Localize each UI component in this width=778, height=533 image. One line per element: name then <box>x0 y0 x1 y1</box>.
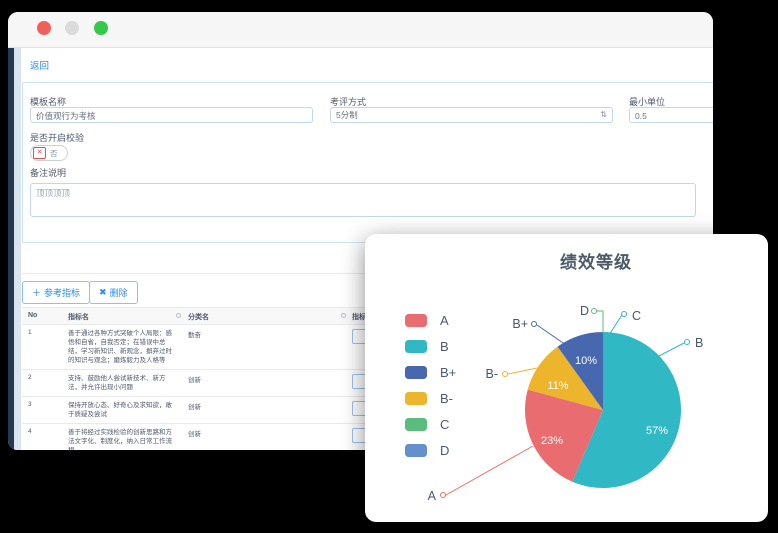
toggle-state-label: 否 <box>50 148 58 159</box>
template-name-input[interactable]: 价值观行为考核 <box>30 107 313 123</box>
cell-no: 2 <box>28 374 32 381</box>
window-titlebar <box>8 12 713 48</box>
callout-dot-C <box>622 312 627 317</box>
min-unit-input[interactable]: 0.5 <box>629 107 713 123</box>
plus-icon: ＋ <box>32 286 41 299</box>
delete-button[interactable]: ✖ 删除 <box>89 281 138 304</box>
callout-line-A <box>446 446 533 495</box>
callout-line-B- <box>508 368 537 374</box>
cell-no: 1 <box>28 329 32 336</box>
sort-icon[interactable] <box>341 313 346 318</box>
cell-indicator-name: 支持、鼓励他人尝试新技术、新方法，并允许出现小问题 <box>68 370 176 396</box>
header-category[interactable]: 分类名 <box>188 312 209 322</box>
toggle-off-icon: ✕ <box>33 147 46 159</box>
close-window-button[interactable] <box>37 21 51 35</box>
callout-dot-D <box>592 309 597 314</box>
callout-label-A: A <box>428 489 437 503</box>
slice-percent-label: 10% <box>575 355 597 367</box>
minimize-window-button[interactable] <box>65 21 79 35</box>
eval-method-select[interactable]: 5分制 ⇅ <box>330 107 613 123</box>
callout-dot-B+ <box>532 322 537 327</box>
callout-label-D: D <box>580 304 589 318</box>
callout-line-D <box>597 311 603 334</box>
cell-no: 4 <box>28 428 32 435</box>
cell-no: 3 <box>28 401 32 408</box>
performance-pie-chart: 57% 23% 11% 10% D C B B+ B- A <box>365 234 768 522</box>
header-no: No <box>28 312 37 319</box>
header-name[interactable]: 指标名 <box>68 312 89 322</box>
callout-line-C <box>609 315 622 335</box>
callout-label-B+: B+ <box>512 317 528 331</box>
maximize-window-button[interactable] <box>94 21 108 35</box>
slice-percent-label: 57% <box>646 425 668 437</box>
cell-category: 创新 <box>188 428 201 438</box>
callout-line-B <box>657 343 684 357</box>
select-arrows-icon: ⇅ <box>600 111 607 119</box>
cell-category: 创新 <box>188 401 201 411</box>
delete-icon: ✖ <box>99 287 107 298</box>
callout-dot-B <box>685 340 690 345</box>
cell-category: 创新 <box>188 374 201 384</box>
callout-dot-A <box>441 493 446 498</box>
page-background-edge <box>14 48 21 450</box>
slice-percent-label: 11% <box>547 380 568 392</box>
performance-chart-card: 绩效等级 ABB+B-CD 57%23%11%10%DCBB+B-A <box>365 234 768 522</box>
back-link[interactable]: 返回 <box>30 58 49 72</box>
cell-indicator-name: 善于通过各种方式突破个人局限：感悟和自省，自我否定；在错误中总结，学习新知识、新… <box>68 325 176 369</box>
cell-indicator-name: 保持开放心态、好奇心及求知欲，敢于质疑及尝试 <box>68 397 176 423</box>
remark-textarea[interactable]: 顶顶顶顶 <box>30 183 696 217</box>
callout-label-B-: B- <box>486 367 499 381</box>
table-toolbar: ＋ 参考指标 ✖ 删除 <box>22 281 138 303</box>
remark-label: 备注说明 <box>30 166 66 179</box>
add-indicator-button[interactable]: ＋ 参考指标 <box>22 281 90 304</box>
validation-toggle[interactable]: ✕ 否 <box>30 145 68 161</box>
validation-toggle-label: 是否开启校验 <box>30 131 84 144</box>
callout-line-B+ <box>537 325 566 345</box>
cell-indicator-name: 善于将经过实践检验的创新思路和方法文字化、制度化，纳入日常工作流程 <box>68 424 176 450</box>
callout-label-B: B <box>695 336 703 350</box>
cell-category: 勤奋 <box>188 329 201 339</box>
callout-label-C: C <box>632 309 641 323</box>
callout-dot-B- <box>503 372 508 377</box>
sort-icon[interactable] <box>176 313 181 318</box>
slice-percent-label: 23% <box>541 435 563 447</box>
eval-method-value: 5分制 <box>336 107 358 123</box>
screenshot-stage: 返回 模板名称 价值观行为考核 考评方式 5分制 ⇅ 最小单位 0.5 是否开启… <box>0 0 778 533</box>
